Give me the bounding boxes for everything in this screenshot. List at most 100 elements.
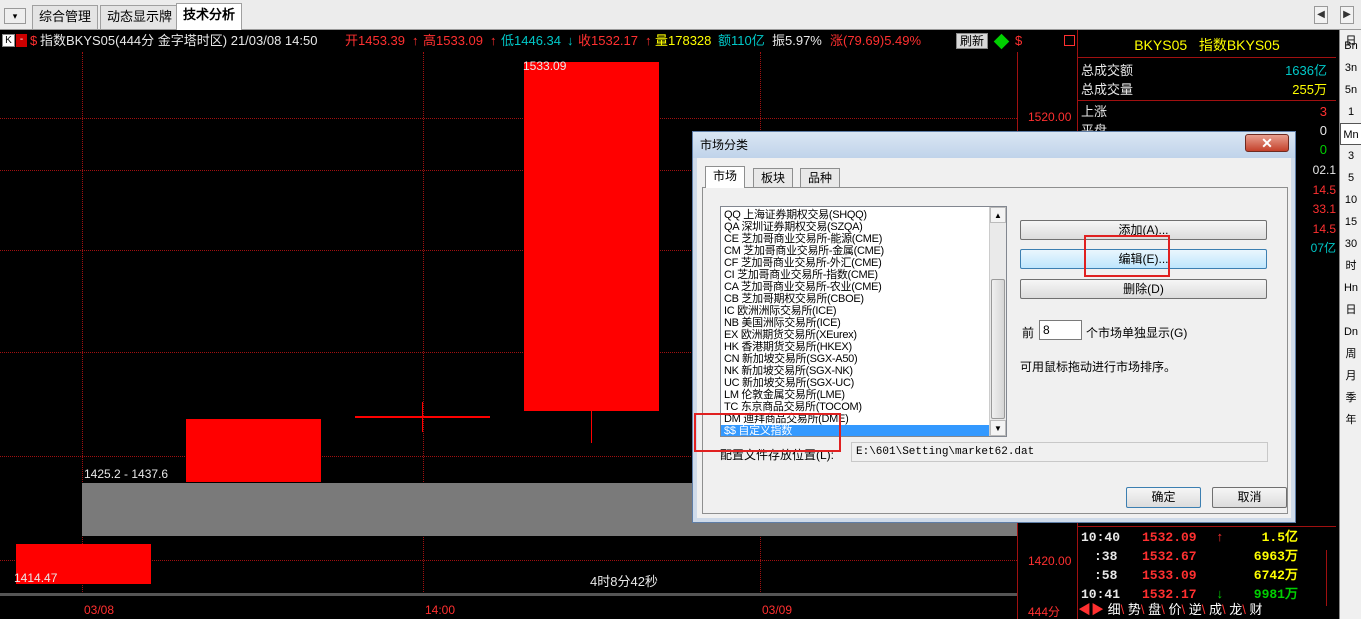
period-button[interactable]: 30 (1340, 233, 1361, 255)
market-list-item[interactable]: CE 芝加哥商业交易所-能源(CME) (721, 233, 989, 245)
period-button[interactable]: Dn (1340, 321, 1361, 343)
partial-price: 14.5 (1312, 221, 1336, 236)
period-button[interactable]: 时 (1340, 255, 1361, 277)
low-marker-label: 1414.47 (14, 571, 58, 585)
chart-header: K - $ 指数BKYS05(444分 金字塔时区) 21/03/08 14:5… (0, 30, 1075, 52)
diamond-icon[interactable] (993, 33, 1010, 50)
market-list-item[interactable]: CI 芝加哥商业交易所-指数(CME) (721, 269, 989, 281)
dollar-icon-right: $ (1015, 33, 1023, 48)
countdown-label: 4时8分42秒 (590, 574, 658, 589)
candle (524, 62, 659, 411)
panel-title: BKYS05 指数BKYS05 (1078, 30, 1336, 58)
tab-technical-analysis[interactable]: 技术分析 (176, 3, 243, 30)
close-icon[interactable]: ✕ (1245, 134, 1289, 152)
grid-line (0, 118, 1017, 119)
total-volume-value: 255万 (1292, 82, 1327, 97)
total-volume-label: 总成交量 (1081, 82, 1134, 97)
window-menu-icon[interactable]: ▾ (4, 8, 26, 24)
drag-hint: 可用鼠标拖动进行市场排序。 (1020, 360, 1177, 374)
dialog-tab-sector[interactable]: 板块 (753, 168, 794, 187)
panel-tab[interactable]: 逆 (1189, 602, 1202, 617)
x-label-0308: 03/08 (84, 603, 115, 617)
minus-button[interactable]: - (16, 34, 27, 47)
k-button[interactable]: K (2, 34, 15, 47)
period-button[interactable]: Bn (1340, 35, 1361, 57)
dollar-icon: $ (30, 33, 38, 48)
highlight-box-edit (1084, 235, 1170, 277)
period-button[interactable]: 5 (1340, 167, 1361, 189)
market-list-item[interactable]: HK 香港期货交易所(HKEX) (721, 341, 989, 353)
dialog-tab-variety[interactable]: 品种 (800, 168, 841, 187)
period-button[interactable]: 3n (1340, 57, 1361, 79)
period-button[interactable]: 月 (1340, 365, 1361, 387)
market-list-item[interactable]: NB 美国洲际交易所(ICE) (721, 317, 989, 329)
config-path-field[interactable]: E:\601\Setting\market62.dat (851, 442, 1268, 462)
highlight-box-custom-index (694, 413, 841, 452)
price-label-1520: 1520.00 (1028, 110, 1072, 124)
panel-tab[interactable]: 盘 (1148, 602, 1161, 617)
market-list-item[interactable]: QQ 上海证券期权交易(SHQQ) (721, 209, 989, 221)
prev-icon[interactable]: ◀▶ (1078, 602, 1104, 617)
period-button[interactable]: 15 (1340, 211, 1361, 233)
tab-overview[interactable]: 综合管理 (32, 5, 99, 29)
period-button[interactable]: Hn (1340, 277, 1361, 299)
refresh-button[interactable]: 刷新 (956, 33, 989, 49)
market-list-item[interactable]: CM 芝加哥商业交易所-金属(CME) (721, 245, 989, 257)
market-list-item[interactable]: CB 芝加哥期权交易所(CBOE) (721, 293, 989, 305)
panel-code: BKYS05 (1134, 37, 1188, 53)
ok-button[interactable]: 确定 (1126, 487, 1201, 508)
scroll-thumb[interactable] (991, 279, 1005, 419)
tick-price: 1532.09 (1142, 530, 1197, 545)
maximize-icon[interactable] (1064, 35, 1075, 46)
market-list[interactable]: QQ 上海证券期权交易(SHQQ) QA 深圳证券期权交易(SZQA) CE 芝加哥… (720, 206, 1007, 437)
period-button[interactable]: 年 (1340, 409, 1361, 431)
range-label: 1425.2 - 1437.6 (84, 467, 169, 481)
up-value: 3 (1319, 104, 1327, 119)
panel-tab[interactable]: 价 (1168, 602, 1181, 617)
period-button[interactable]: 5n (1340, 79, 1361, 101)
market-list-item[interactable]: EX 欧洲期货交易所(XEurex) (721, 329, 989, 341)
tick-scrollbar[interactable] (1326, 550, 1336, 606)
period-button[interactable]: 3 (1340, 145, 1361, 167)
market-list-scrollbar[interactable]: ▲ ▼ (989, 207, 1006, 436)
dialog-tab-market[interactable]: 市场 (705, 166, 746, 188)
candle-wick (591, 411, 592, 443)
period-button-active[interactable]: Mn (1340, 123, 1361, 145)
period-button[interactable]: 日 (1340, 299, 1361, 321)
market-list-item[interactable]: LM 伦敦金属交易所(LME) (721, 389, 989, 401)
panel-tab[interactable]: 龙 (1229, 602, 1242, 617)
tab-dynamic-board[interactable]: 动态显示牌 (100, 5, 180, 29)
market-list-item[interactable]: CF 芝加哥商业交易所-外汇(CME) (721, 257, 989, 269)
market-list-item[interactable]: UC 新加坡交易所(SGX-UC) (721, 377, 989, 389)
scroll-up-icon[interactable]: ▲ (990, 207, 1006, 223)
front-count-input[interactable]: 8 (1039, 320, 1082, 340)
market-list-item[interactable]: CA 芝加哥商业交易所-农业(CME) (721, 281, 989, 293)
tab-bar: ▾ 综合管理 动态显示牌 技术分析 ◀ ▶ (0, 0, 1361, 30)
tick-time: 10:40 (1081, 530, 1121, 545)
delete-button[interactable]: 删除(D) (1020, 279, 1267, 299)
scroll-down-icon[interactable]: ▼ (990, 420, 1006, 436)
flat-value: 0 (1319, 123, 1327, 138)
market-list-item[interactable]: TC 东京商品交易所(TOCOM) (721, 401, 989, 413)
low-arrow-icon: ↓ (567, 33, 574, 48)
time-axis-bar (0, 593, 1017, 596)
tab-scroll-right-icon[interactable]: ▶ (1340, 6, 1354, 24)
divider (1078, 100, 1336, 101)
period-button[interactable]: 周 (1340, 343, 1361, 365)
market-list-item[interactable]: IC 欧洲洲际交易所(ICE) (721, 305, 989, 317)
period-button[interactable]: 1 (1340, 101, 1361, 123)
grid-line (0, 560, 1017, 561)
market-list-item[interactable]: NK 新加坡交易所(SGX-NK) (721, 365, 989, 377)
tick-arrow-icon: ↑ (1216, 530, 1224, 545)
panel-tab[interactable]: 成 (1209, 602, 1222, 617)
panel-tab[interactable]: 财 (1250, 602, 1263, 617)
tab-scroll-left-icon[interactable]: ◀ (1314, 6, 1328, 24)
high-marker-label: 1533.09 (523, 59, 567, 73)
market-list-item[interactable]: CN 新加坡交易所(SGX-A50) (721, 353, 989, 365)
period-button[interactable]: 10 (1340, 189, 1361, 211)
market-list-item[interactable]: QA 深圳证券期权交易(SZQA) (721, 221, 989, 233)
period-button[interactable]: 季 (1340, 387, 1361, 409)
panel-tab[interactable]: 细 (1108, 602, 1121, 617)
cancel-button[interactable]: 取消 (1212, 487, 1287, 508)
panel-tab[interactable]: 势 (1128, 602, 1141, 617)
